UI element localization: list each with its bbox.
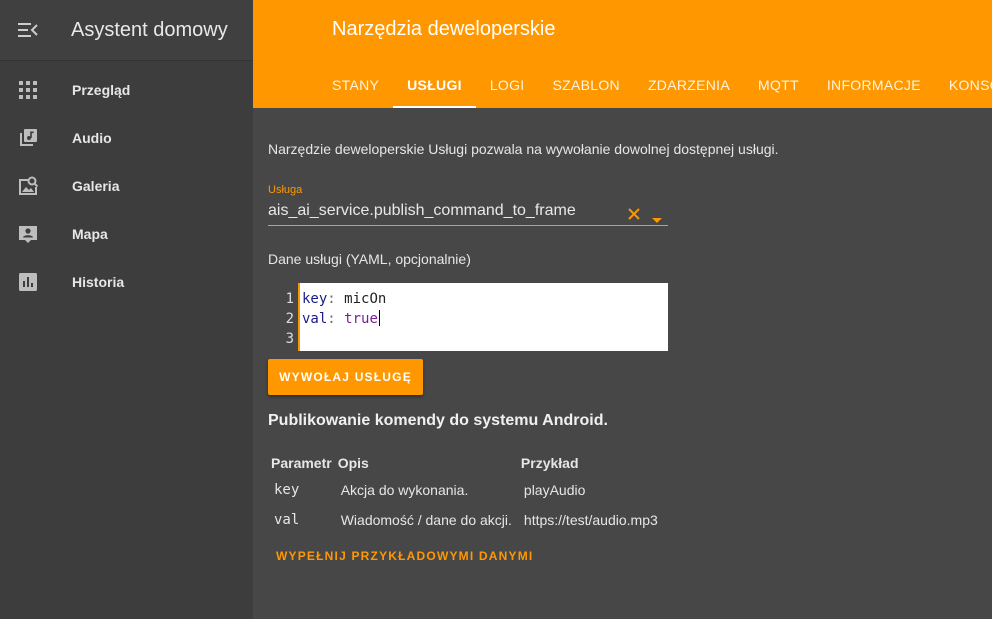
parameter-table: Parametr Opis Przykład key Akcja do wyko…: [268, 451, 664, 535]
tab-uslugi[interactable]: Usługi: [393, 62, 476, 108]
column-header: Przykład: [520, 455, 579, 471]
line-number: 1: [285, 291, 294, 307]
chart-box-icon: [0, 273, 56, 291]
table-row: val Wiadomość / dane do akcji. https://t…: [268, 505, 664, 535]
caret-down-icon[interactable]: [652, 210, 662, 228]
tab-bar: Stany Usługi Logi Szablon Zdarzenia MQTT…: [318, 62, 992, 108]
yaml-value: true: [344, 311, 378, 327]
service-field-label: Usługa: [268, 184, 303, 196]
sidebar-item-mapa[interactable]: Mapa: [0, 210, 253, 258]
menu-toggle-button[interactable]: [0, 0, 56, 61]
app-header: Narzędzia deweloperskie Stany Usługi Log…: [253, 0, 992, 108]
table-cell: https://test/audio.mp3: [523, 512, 658, 528]
service-description-title: Publikowanie komendy do systemu Android.: [268, 412, 608, 429]
page-description: Narzędzie deweloperskie Usługi pozwala n…: [268, 141, 779, 157]
image-search-icon: [0, 176, 56, 196]
music-library-icon: [0, 128, 56, 148]
yaml-key: val: [302, 311, 328, 327]
sidebar-item-label: Galeria: [72, 178, 120, 194]
tab-zdarzenia[interactable]: Zdarzenia: [634, 62, 744, 108]
code-line: val: true: [302, 310, 380, 327]
yaml-value: micOn: [344, 291, 387, 307]
table-row: key Akcja do wykonania. playAudio: [268, 475, 664, 505]
account-box-icon: [0, 224, 56, 244]
yaml-editor[interactable]: 1 2 3 key: micOn val: true ​: [268, 283, 668, 351]
service-field[interactable]: Usługa ais_ai_service.publish_command_to…: [268, 184, 668, 226]
table-cell: key: [274, 482, 300, 498]
tab-mqtt[interactable]: MQTT: [744, 62, 813, 108]
service-input[interactable]: ais_ai_service.publish_command_to_frame: [268, 202, 576, 220]
app-title: Asystent domowy: [71, 18, 228, 41]
code-line: key: micOn: [302, 291, 387, 307]
table-cell: Akcja do wykonania.: [340, 482, 469, 498]
line-number: 2: [285, 311, 294, 327]
editor-gutter: 1 2 3: [268, 283, 298, 351]
text-caret: [378, 310, 380, 326]
sidebar-item-przeglad[interactable]: Przegląd: [0, 66, 253, 114]
editor-code[interactable]: key: micOn val: true ​: [298, 283, 668, 351]
tab-konsola[interactable]: Konsola: [935, 62, 992, 108]
yaml-label: Dane usługi (YAML, opcjonalnie): [268, 251, 471, 267]
sidebar-item-historia[interactable]: Historia: [0, 258, 253, 306]
code-line: ​: [302, 329, 668, 349]
fill-example-data-button[interactable]: Wypełnij przykładowymi danymi: [276, 549, 533, 563]
table-header-row: Parametr Opis Przykład: [268, 451, 664, 475]
clear-icon[interactable]: [628, 207, 640, 225]
page-title: Narzędzia deweloperskie: [332, 18, 556, 40]
sidebar-item-galeria[interactable]: Galeria: [0, 162, 253, 210]
menu-open-icon: [18, 23, 38, 37]
nav-list: Przegląd Audio Galeria Mapa Historia: [0, 61, 253, 306]
tab-stany[interactable]: Stany: [318, 62, 393, 108]
call-service-button[interactable]: Wywołaj usługę: [268, 359, 423, 395]
sidebar-item-label: Audio: [72, 130, 112, 146]
tab-szablon[interactable]: Szablon: [539, 62, 634, 108]
column-header: Opis: [337, 455, 369, 471]
table-cell: val: [274, 512, 300, 528]
tab-logi[interactable]: Logi: [476, 62, 539, 108]
yaml-key: key: [302, 291, 328, 307]
tab-informacje[interactable]: Informacje: [813, 62, 935, 108]
sidebar-item-label: Przegląd: [72, 82, 131, 98]
sidebar-item-audio[interactable]: Audio: [0, 114, 253, 162]
sidebar-item-label: Mapa: [72, 226, 108, 242]
line-number: 3: [285, 331, 294, 347]
sidebar: Asystent domowy Przegląd Audio Galeria M…: [0, 0, 253, 619]
sidebar-header: Asystent domowy: [0, 0, 253, 61]
column-header: Parametr: [271, 455, 332, 471]
sidebar-item-label: Historia: [72, 274, 125, 290]
grid-icon: [0, 81, 56, 99]
table-cell: Wiadomość / dane do akcji.: [340, 512, 512, 528]
table-cell: playAudio: [523, 482, 586, 498]
